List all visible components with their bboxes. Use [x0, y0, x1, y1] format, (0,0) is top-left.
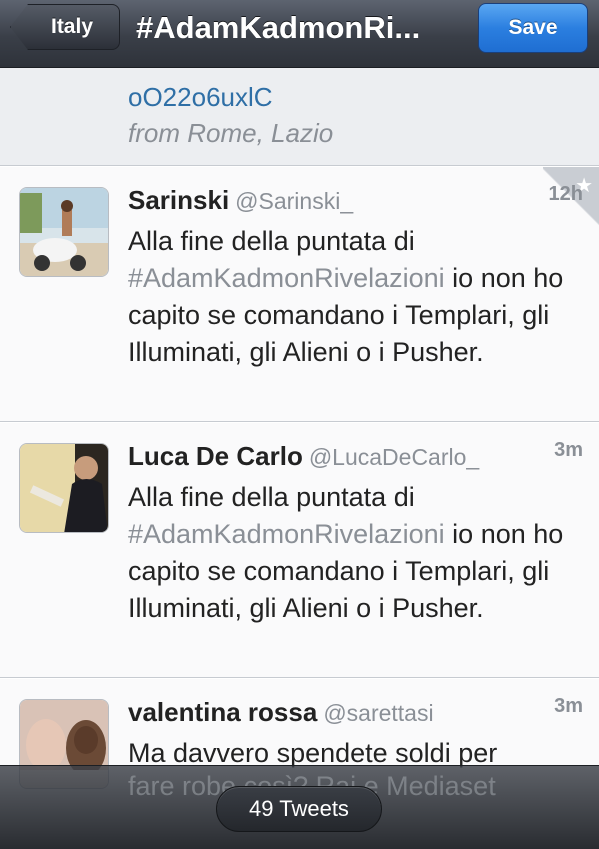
avatar[interactable]	[19, 187, 109, 277]
hashtag-link[interactable]: #AdamKadmonRivelazioni	[128, 263, 445, 293]
user-name[interactable]: Sarinski	[128, 185, 229, 215]
tweet-text-before: Alla fine della puntata di	[128, 482, 415, 512]
tweet-time: 12h	[548, 183, 583, 205]
tweet-item[interactable]: ★ Sarinski @Sarinski_ 12h Alla fine della…	[0, 166, 599, 422]
hashtag-link[interactable]: #AdamKadmonRivelazioni	[128, 519, 445, 549]
user-handle: @Sarinski_	[235, 188, 354, 214]
tweet-location: from Rome, Lazio	[128, 118, 334, 148]
tweet-link[interactable]: oO22o6uxlC	[128, 82, 273, 113]
tweet-header: valentina rossa @sarettasi	[128, 697, 539, 728]
user-handle: @LucaDeCarlo_	[308, 444, 480, 470]
navigation-bar: Italy #AdamKadmonRi... Save	[0, 0, 599, 68]
tweet-text: Alla fine della puntata di #AdamKadmonRi…	[128, 223, 588, 371]
user-name[interactable]: valentina rossa	[128, 697, 317, 727]
tweet-text: Alla fine della puntata di #AdamKadmonRi…	[128, 479, 588, 627]
tweet-header: Luca De Carlo @LucaDeCarlo_	[128, 441, 539, 472]
user-name[interactable]: Luca De Carlo	[128, 441, 303, 471]
back-button[interactable]: Italy	[10, 4, 120, 50]
page-title: #AdamKadmonRi...	[136, 10, 421, 45]
tweet-count-button[interactable]: 49 Tweets	[216, 786, 382, 832]
tweet-time: 3m	[554, 695, 583, 717]
avatar[interactable]	[19, 443, 109, 533]
partial-tweet[interactable]: oO22o6uxlC from Rome, Lazio	[0, 68, 599, 166]
tweet-text-before: Ma davvero spendete soldi per	[128, 738, 498, 768]
save-button[interactable]: Save	[478, 3, 588, 53]
tweet-header: Sarinski @Sarinski_	[128, 185, 539, 216]
tweet-list[interactable]: oO22o6uxlC from Rome, Lazio ★ Sarinski @S…	[0, 68, 599, 849]
tweet-time: 3m	[554, 439, 583, 461]
bottom-bar: fare robe così? Rai e Mediaset 49 Tweets	[0, 765, 599, 849]
user-handle: @sarettasi	[323, 700, 434, 726]
tweet-text-before: Alla fine della puntata di	[128, 226, 415, 256]
tweet-item[interactable]: Luca De Carlo @LucaDeCarlo_ 3m Alla fine …	[0, 422, 599, 678]
